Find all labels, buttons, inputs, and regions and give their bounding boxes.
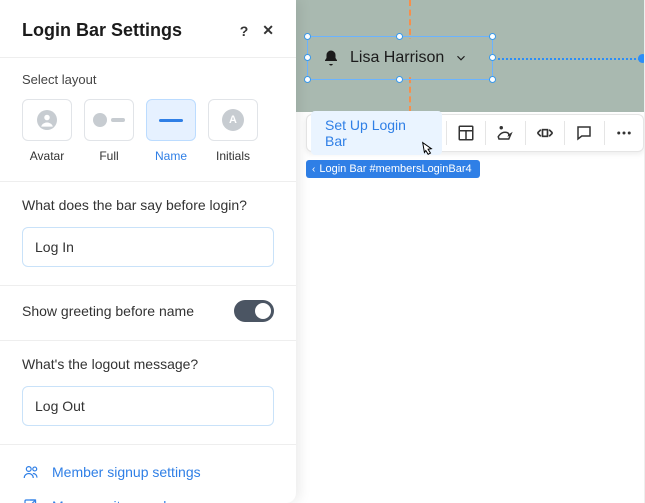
app-root: Lisa Harrison Set Up Login Bar [0,0,645,503]
setup-login-bar-button[interactable]: Set Up Login Bar [311,111,442,155]
panel-title: Login Bar Settings [22,20,182,41]
logout-section: What's the logout message? [0,341,296,445]
more-icon[interactable] [605,115,644,151]
design-icon[interactable] [486,115,525,151]
resize-handle[interactable] [396,76,403,83]
component-action-bar: Set Up Login Bar [306,114,644,152]
layout-caption: Full [99,149,118,163]
help-button[interactable]: ? [240,23,249,39]
header-actions: ? ✕ [240,22,274,39]
resize-handle[interactable] [489,54,496,61]
before-login-input[interactable] [22,227,274,267]
editor-canvas[interactable]: Lisa Harrison [296,0,644,112]
layout-caption: Name [155,149,187,163]
chevron-left-icon: ‹ [312,164,315,175]
layout-option-full[interactable]: Full [84,99,134,163]
resize-handle[interactable] [489,76,496,83]
resize-handle[interactable] [396,33,403,40]
avatar-icon [37,110,57,130]
toggle-knob [255,303,271,319]
stretch-icon[interactable] [526,115,565,151]
member-signup-settings-link[interactable]: Member signup settings [22,455,274,489]
panel-links: Member signup settings Manage site membe… [0,445,296,503]
layout-options: Avatar Full Name A Initials [22,99,274,163]
initials-icon: A [222,109,244,131]
resize-handle[interactable] [304,33,311,40]
full-icon [93,113,125,127]
layout-option-avatar[interactable]: Avatar [22,99,72,163]
external-link-icon [22,497,40,503]
resize-handle[interactable] [304,76,311,83]
panel-header: Login Bar Settings ? ✕ [0,0,296,58]
layout-caption: Avatar [30,149,64,163]
logout-input[interactable] [22,386,274,426]
layout-section: Select layout Avatar Full Name [0,58,296,182]
before-login-section: What does the bar say before login? [0,182,296,286]
snap-guide-end [638,54,645,63]
resize-handle[interactable] [489,33,496,40]
before-login-question: What does the bar say before login? [22,196,274,215]
snap-guide [493,58,644,60]
resize-handle[interactable] [304,54,311,61]
comment-icon[interactable] [565,115,604,151]
close-button[interactable]: ✕ [262,22,274,39]
layout-icon[interactable] [447,115,486,151]
link-label: Manage site members [52,498,191,503]
greeting-toggle-label: Show greeting before name [22,303,194,319]
greeting-toggle[interactable] [234,300,274,322]
component-id-label: Login Bar #membersLoginBar4 [319,163,471,175]
selection-box[interactable] [307,36,493,80]
name-icon [159,119,183,122]
layout-option-initials[interactable]: A Initials [208,99,258,163]
layout-section-label: Select layout [22,72,274,87]
component-id-tag[interactable]: ‹ Login Bar #membersLoginBar4 [306,160,480,178]
greeting-section: Show greeting before name [0,286,296,341]
manage-site-members-link[interactable]: Manage site members [22,489,274,503]
layout-option-name[interactable]: Name [146,99,196,163]
members-icon [22,463,40,481]
settings-panel: Login Bar Settings ? ✕ Select layout Ava… [0,0,296,503]
logout-question: What's the logout message? [22,355,274,374]
link-label: Member signup settings [52,464,201,480]
layout-caption: Initials [216,149,250,163]
